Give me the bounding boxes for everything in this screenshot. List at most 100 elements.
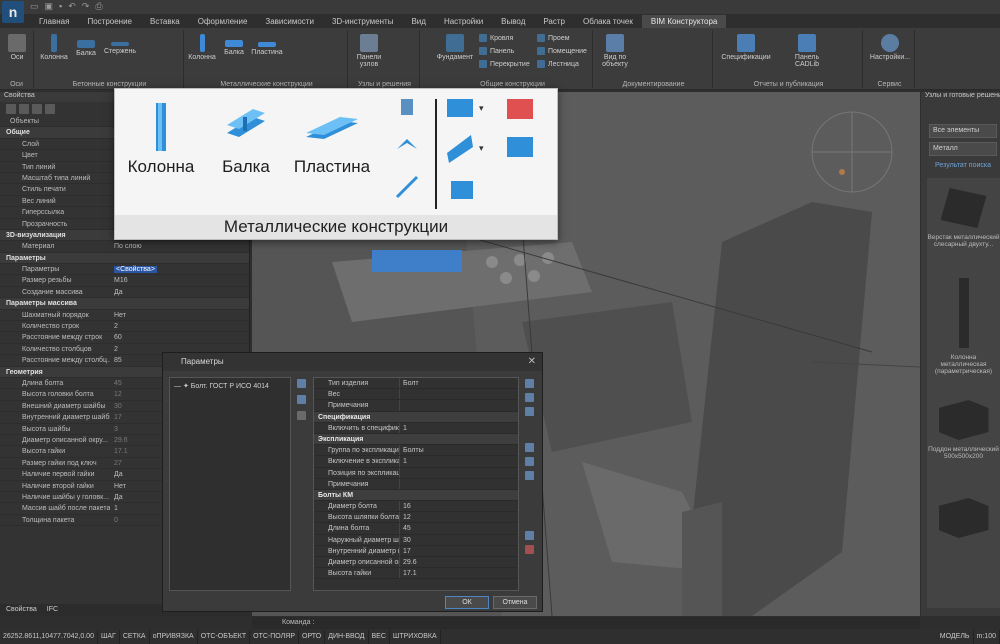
parameter-value[interactable]: 12	[400, 512, 518, 522]
dropdown-arrow-icon[interactable]: ▾	[479, 143, 484, 153]
parameter-value[interactable]	[400, 468, 518, 478]
tree-item-bolt[interactable]: — ✦ Болт. ГОСТ Р ИСО 4014	[174, 383, 269, 390]
ribbon-tab[interactable]: BIM Конструктора	[641, 15, 727, 28]
column-base-icon[interactable]	[451, 181, 473, 199]
callout-plate-button[interactable]: Пластина	[287, 103, 377, 177]
slab-button[interactable]: Перекрытие	[479, 60, 530, 68]
open-folder-icon[interactable]: ▣	[45, 1, 54, 12]
parameter-row[interactable]: Вес	[314, 389, 518, 401]
status-toggle[interactable]: ВЕС	[369, 630, 390, 644]
parameter-value[interactable]	[400, 400, 518, 410]
property-value[interactable]	[110, 253, 249, 263]
status-toggle[interactable]: ОТС-ПОЛЯР	[250, 630, 299, 644]
select-icon[interactable]	[6, 104, 16, 114]
parameter-section[interactable]: Экспликация	[314, 433, 518, 446]
ribbon-tab[interactable]: Построение	[78, 15, 141, 28]
app-logo[interactable]: n	[2, 1, 24, 23]
parameter-value[interactable]: Болт	[400, 378, 518, 388]
parameter-value[interactable]: 1	[400, 456, 518, 466]
dropdown-arrow-icon[interactable]: ▾	[479, 103, 484, 113]
undo-icon[interactable]: ↶	[68, 1, 76, 12]
parameter-value[interactable]: 17.1	[400, 568, 518, 578]
metal-beam-button[interactable]: Балка	[220, 34, 248, 56]
status-toggle[interactable]: ШАГ	[98, 630, 120, 644]
print-icon[interactable]: ⎙	[95, 1, 102, 12]
ok-button[interactable]: ОК	[445, 596, 489, 609]
parameter-row[interactable]: Примечания	[314, 400, 518, 412]
property-value[interactable]: <Свойства>	[110, 264, 249, 274]
status-toggle[interactable]: СЕТКА	[120, 630, 150, 644]
ribbon-tab[interactable]: Вид	[402, 15, 434, 28]
ribbon-tab[interactable]: Оформление	[189, 15, 257, 28]
ribbon-tab[interactable]: Растр	[534, 15, 574, 28]
parameter-value[interactable]	[400, 389, 518, 399]
room-button[interactable]: Помещение	[537, 47, 587, 55]
callout-beam-button[interactable]: Балка	[211, 103, 281, 177]
property-row[interactable]: Размер резьбы M16	[0, 275, 249, 287]
sort-alpha-icon[interactable]	[525, 393, 534, 402]
node-panels-button[interactable]: Панели узлов	[354, 34, 384, 68]
parameter-section[interactable]: Болты КМ	[314, 489, 518, 502]
add-icon[interactable]	[297, 379, 306, 388]
splice-icon[interactable]	[447, 135, 473, 163]
parameter-row[interactable]: Включить в спецификаци...1	[314, 422, 518, 434]
parameter-value[interactable]: 29.6	[400, 557, 518, 567]
delete-icon[interactable]	[297, 411, 306, 420]
parameter-row[interactable]: Тип изделия Болт	[314, 378, 518, 390]
stiffener-icon[interactable]	[397, 139, 417, 149]
tab-properties[interactable]: Свойства	[6, 604, 37, 616]
parameter-row[interactable]: Позиция по экспликаци...	[314, 467, 518, 479]
concrete-beam-button[interactable]: Балка	[72, 34, 100, 57]
parameter-value[interactable]: 45	[400, 523, 518, 533]
property-row[interactable]: Расстояние между строк 60	[0, 332, 249, 344]
cancel-button[interactable]: Отмена	[493, 596, 537, 609]
filter-icon[interactable]	[525, 407, 534, 416]
table-icon[interactable]	[525, 471, 534, 480]
property-row[interactable]: Количество строк 2	[0, 321, 249, 333]
parameter-value[interactable]: 16	[400, 501, 518, 511]
parameter-row[interactable]: Длина болта 45	[314, 523, 518, 535]
parameter-row[interactable]: Высота шляпки болта 12	[314, 512, 518, 524]
parameter-row[interactable]: Включение в экспликаци...1	[314, 456, 518, 468]
concrete-column-button[interactable]: Колонна	[38, 34, 70, 61]
metal-column-button[interactable]: Колонна	[186, 34, 218, 61]
frame-icon[interactable]	[507, 99, 533, 119]
parameter-row[interactable]: Высота гайки 17.1	[314, 568, 518, 580]
quick-select-icon[interactable]	[32, 104, 42, 114]
parameter-value[interactable]	[400, 490, 518, 500]
category-filter-select[interactable]: Все элементы	[929, 124, 997, 138]
edit-icon[interactable]	[525, 457, 534, 466]
specifications-button[interactable]: Спецификации	[721, 34, 771, 61]
copy-icon[interactable]	[297, 395, 306, 404]
ribbon-tab[interactable]: Вставка	[141, 15, 189, 28]
property-value[interactable]: 2	[110, 321, 249, 331]
parameter-row[interactable]: Группа по экспликации Болты	[314, 445, 518, 457]
ribbon-tab[interactable]: Главная	[30, 15, 78, 28]
link-icon[interactable]	[525, 443, 534, 452]
redo-icon[interactable]: ↷	[82, 1, 90, 12]
status-toggle[interactable]: ОРТО	[299, 630, 326, 644]
new-file-icon[interactable]: ▭	[30, 1, 39, 12]
remove-icon[interactable]	[525, 545, 534, 554]
parameter-value[interactable]	[400, 412, 518, 422]
metal-plate-button[interactable]: Пластина	[250, 34, 284, 56]
sort-icon[interactable]	[525, 379, 534, 388]
parameters-value-selected[interactable]: <Свойства>	[114, 266, 157, 274]
axes-button[interactable]: Оси	[4, 34, 30, 61]
property-row[interactable]: Материал По слою	[0, 241, 249, 253]
tab-ifc[interactable]: IFC	[47, 604, 58, 616]
library-item[interactable]	[927, 498, 1000, 544]
anchor-icon[interactable]	[507, 137, 533, 157]
property-row[interactable]: Параметры <Свойства>	[0, 264, 249, 276]
callout-column-button[interactable]: Колонна	[121, 103, 201, 177]
parameter-row[interactable]: Диаметр болта 16	[314, 501, 518, 513]
save-icon[interactable]: ▪	[59, 1, 62, 12]
ribbon-tab[interactable]: Настройки	[435, 15, 492, 28]
property-value[interactable]: Да	[110, 287, 249, 297]
stairs-button[interactable]: Лестница	[537, 60, 579, 68]
parameter-value[interactable]	[400, 479, 518, 489]
ribbon-tab[interactable]: 3D-инструменты	[323, 15, 403, 28]
parameter-value[interactable]: Болты	[400, 445, 518, 455]
roof-button[interactable]: Кровля	[479, 34, 513, 42]
parameter-value[interactable]: 30	[400, 535, 518, 545]
